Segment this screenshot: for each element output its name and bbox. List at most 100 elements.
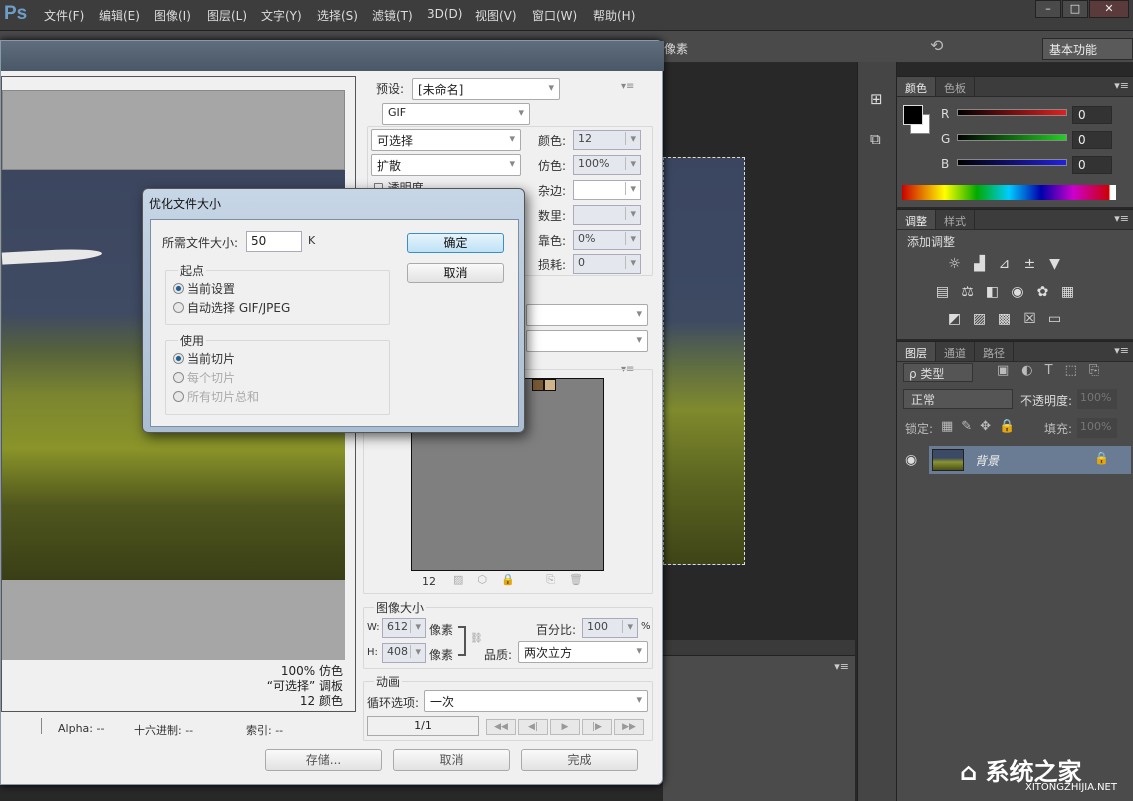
height-input[interactable]: 408 [382,643,426,663]
menu-help[interactable]: 帮助(H) [593,7,635,24]
visibility-eye-icon[interactable]: ◉ [905,452,917,468]
file-size-input[interactable]: 50 [246,231,302,252]
tab-layers[interactable]: 图层 [897,342,936,361]
next-frame-button[interactable]: |▶ [582,719,612,735]
panel-menu-icon[interactable]: ▾≡ [1114,212,1129,225]
exposure-icon[interactable]: ± [1021,257,1038,272]
quality-select[interactable]: 两次立方 [518,641,648,663]
chain-link-icon[interactable]: ⛓ [470,633,483,644]
brightness-icon[interactable]: ☼ [946,257,963,272]
width-input[interactable]: 612 [382,618,426,638]
last-frame-button[interactable]: ▶▶ [614,719,644,735]
lossy-combo[interactable]: 0 [573,254,641,274]
hue-saturation-icon[interactable]: ▤ [934,285,951,300]
prev-frame-button[interactable]: ◀| [518,719,548,735]
menu-filter[interactable]: 滤镜(T) [372,7,413,24]
photo-filter-icon[interactable]: ◉ [1009,285,1026,300]
done-button[interactable]: 完成 [521,749,638,771]
history-icon[interactable]: ⊞ [870,90,883,108]
tab-paths[interactable]: 路径 [975,342,1014,361]
tab-color[interactable]: 颜色 [897,77,936,96]
first-frame-button[interactable]: ◀◀ [486,719,516,735]
channel-r-value[interactable]: 0 [1072,106,1112,124]
threshold-icon[interactable]: ▩ [996,312,1013,327]
selective-color-icon[interactable]: ☒ [1021,312,1038,327]
save-button[interactable]: 存储... [265,749,382,771]
rotate-view-icon[interactable]: ⟲ [930,36,943,55]
opacity-input[interactable]: 100% [1077,389,1117,409]
layer-filter-icons[interactable]: ▣◐T⬚⎘ [997,363,1111,378]
tab-swatches[interactable]: 色板 [936,77,975,96]
metadata-select[interactable] [526,304,648,326]
radio-button[interactable] [173,353,184,364]
panel-menu-icon[interactable]: ▾≡ [1114,79,1129,92]
cancel-button[interactable]: 取消 [407,263,504,283]
cancel-button[interactable]: 取消 [393,749,510,771]
matte-combo[interactable] [573,180,641,200]
curves-icon[interactable]: ⊿ [996,257,1013,272]
radio-button[interactable] [173,302,184,313]
channel-b-value[interactable]: 0 [1072,156,1112,174]
use-current-slice[interactable]: 当前切片 [173,350,235,367]
menu-image[interactable]: 图像(I) [154,7,191,24]
close-button[interactable]: ✕ [1089,0,1129,18]
start-current-settings[interactable]: 当前设置 [173,280,235,297]
layer-name[interactable]: 背景 [975,452,999,469]
dialog-titlebar[interactable] [1,41,664,71]
color-swatch[interactable] [544,379,556,391]
levels-icon[interactable]: ▟ [971,257,988,272]
radio-button[interactable] [173,283,184,294]
posterize-icon[interactable]: ▨ [971,312,988,327]
dither-algorithm-select[interactable]: 扩散 [371,154,521,176]
menu-select[interactable]: 选择(S) [317,7,358,24]
menu-type[interactable]: 文字(Y) [261,7,302,24]
tab-styles[interactable]: 样式 [936,210,975,229]
tab-channels[interactable]: 通道 [936,342,975,361]
channel-r-slider[interactable] [957,109,1067,116]
play-button[interactable]: ▶ [550,719,580,735]
color-balance-icon[interactable]: ⚖ [959,285,976,300]
minimize-button[interactable]: – [1035,0,1061,18]
websnap-combo[interactable]: 0% [573,230,641,250]
color-spectrum-ramp[interactable] [902,185,1116,200]
gradient-map-icon[interactable]: ▭ [1046,312,1063,327]
amount-combo[interactable] [573,205,641,225]
canvas-scrollbar[interactable] [663,640,855,655]
channel-g-slider[interactable] [957,134,1067,141]
panel-menu-icon[interactable]: ▾≡ [834,660,849,673]
menu-file[interactable]: 文件(F) [44,7,84,24]
channel-mixer-icon[interactable]: ✿ [1034,285,1051,300]
colors-combo[interactable]: 12 [573,130,641,150]
blend-mode-select[interactable]: 正常 [903,389,1013,409]
lock-icons[interactable]: ▦✎✥🔒 [941,419,1023,434]
color-profile-select[interactable] [526,330,648,352]
channel-g-value[interactable]: 0 [1072,131,1112,149]
start-auto-select[interactable]: 自动选择 GIF/JPEG [173,299,290,316]
ok-button[interactable]: 确定 [407,233,504,253]
foreground-color-swatch[interactable] [903,105,923,125]
menu-3d[interactable]: 3D(D) [427,7,462,21]
invert-icon[interactable]: ◩ [946,312,963,327]
preset-select[interactable]: [未命名] [412,78,560,100]
black-white-icon[interactable]: ◧ [984,285,1001,300]
menu-layer[interactable]: 图层(L) [207,7,247,24]
layer-filter-select[interactable]: ρ 类型 [903,363,973,382]
properties-icon[interactable]: ⧉ [870,130,881,148]
percent-input[interactable]: 100 [582,618,638,638]
layer-row[interactable]: 背景 🔒 [929,446,1131,474]
color-swatch[interactable] [532,379,544,391]
vibrance-icon[interactable]: ▼ [1046,257,1063,272]
dither-combo[interactable]: 100% [573,155,641,175]
tab-adjustments[interactable]: 调整 [897,210,936,229]
color-table-tools[interactable]: ▨⬡🔒 ⎘🗑 [453,573,597,587]
menu-view[interactable]: 视图(V) [475,7,517,24]
settings-menu-icon[interactable]: ▾≡ [621,81,634,92]
loop-select[interactable]: 一次 [424,690,648,712]
maximize-button[interactable]: □ [1062,0,1088,18]
reduction-select[interactable]: 可选择 [371,129,521,151]
workspace-switcher[interactable]: 基本功能 [1042,38,1133,60]
fill-input[interactable]: 100% [1077,418,1117,438]
menu-edit[interactable]: 编辑(E) [99,7,140,24]
format-select[interactable]: GIF [382,103,530,125]
channel-b-slider[interactable] [957,159,1067,166]
